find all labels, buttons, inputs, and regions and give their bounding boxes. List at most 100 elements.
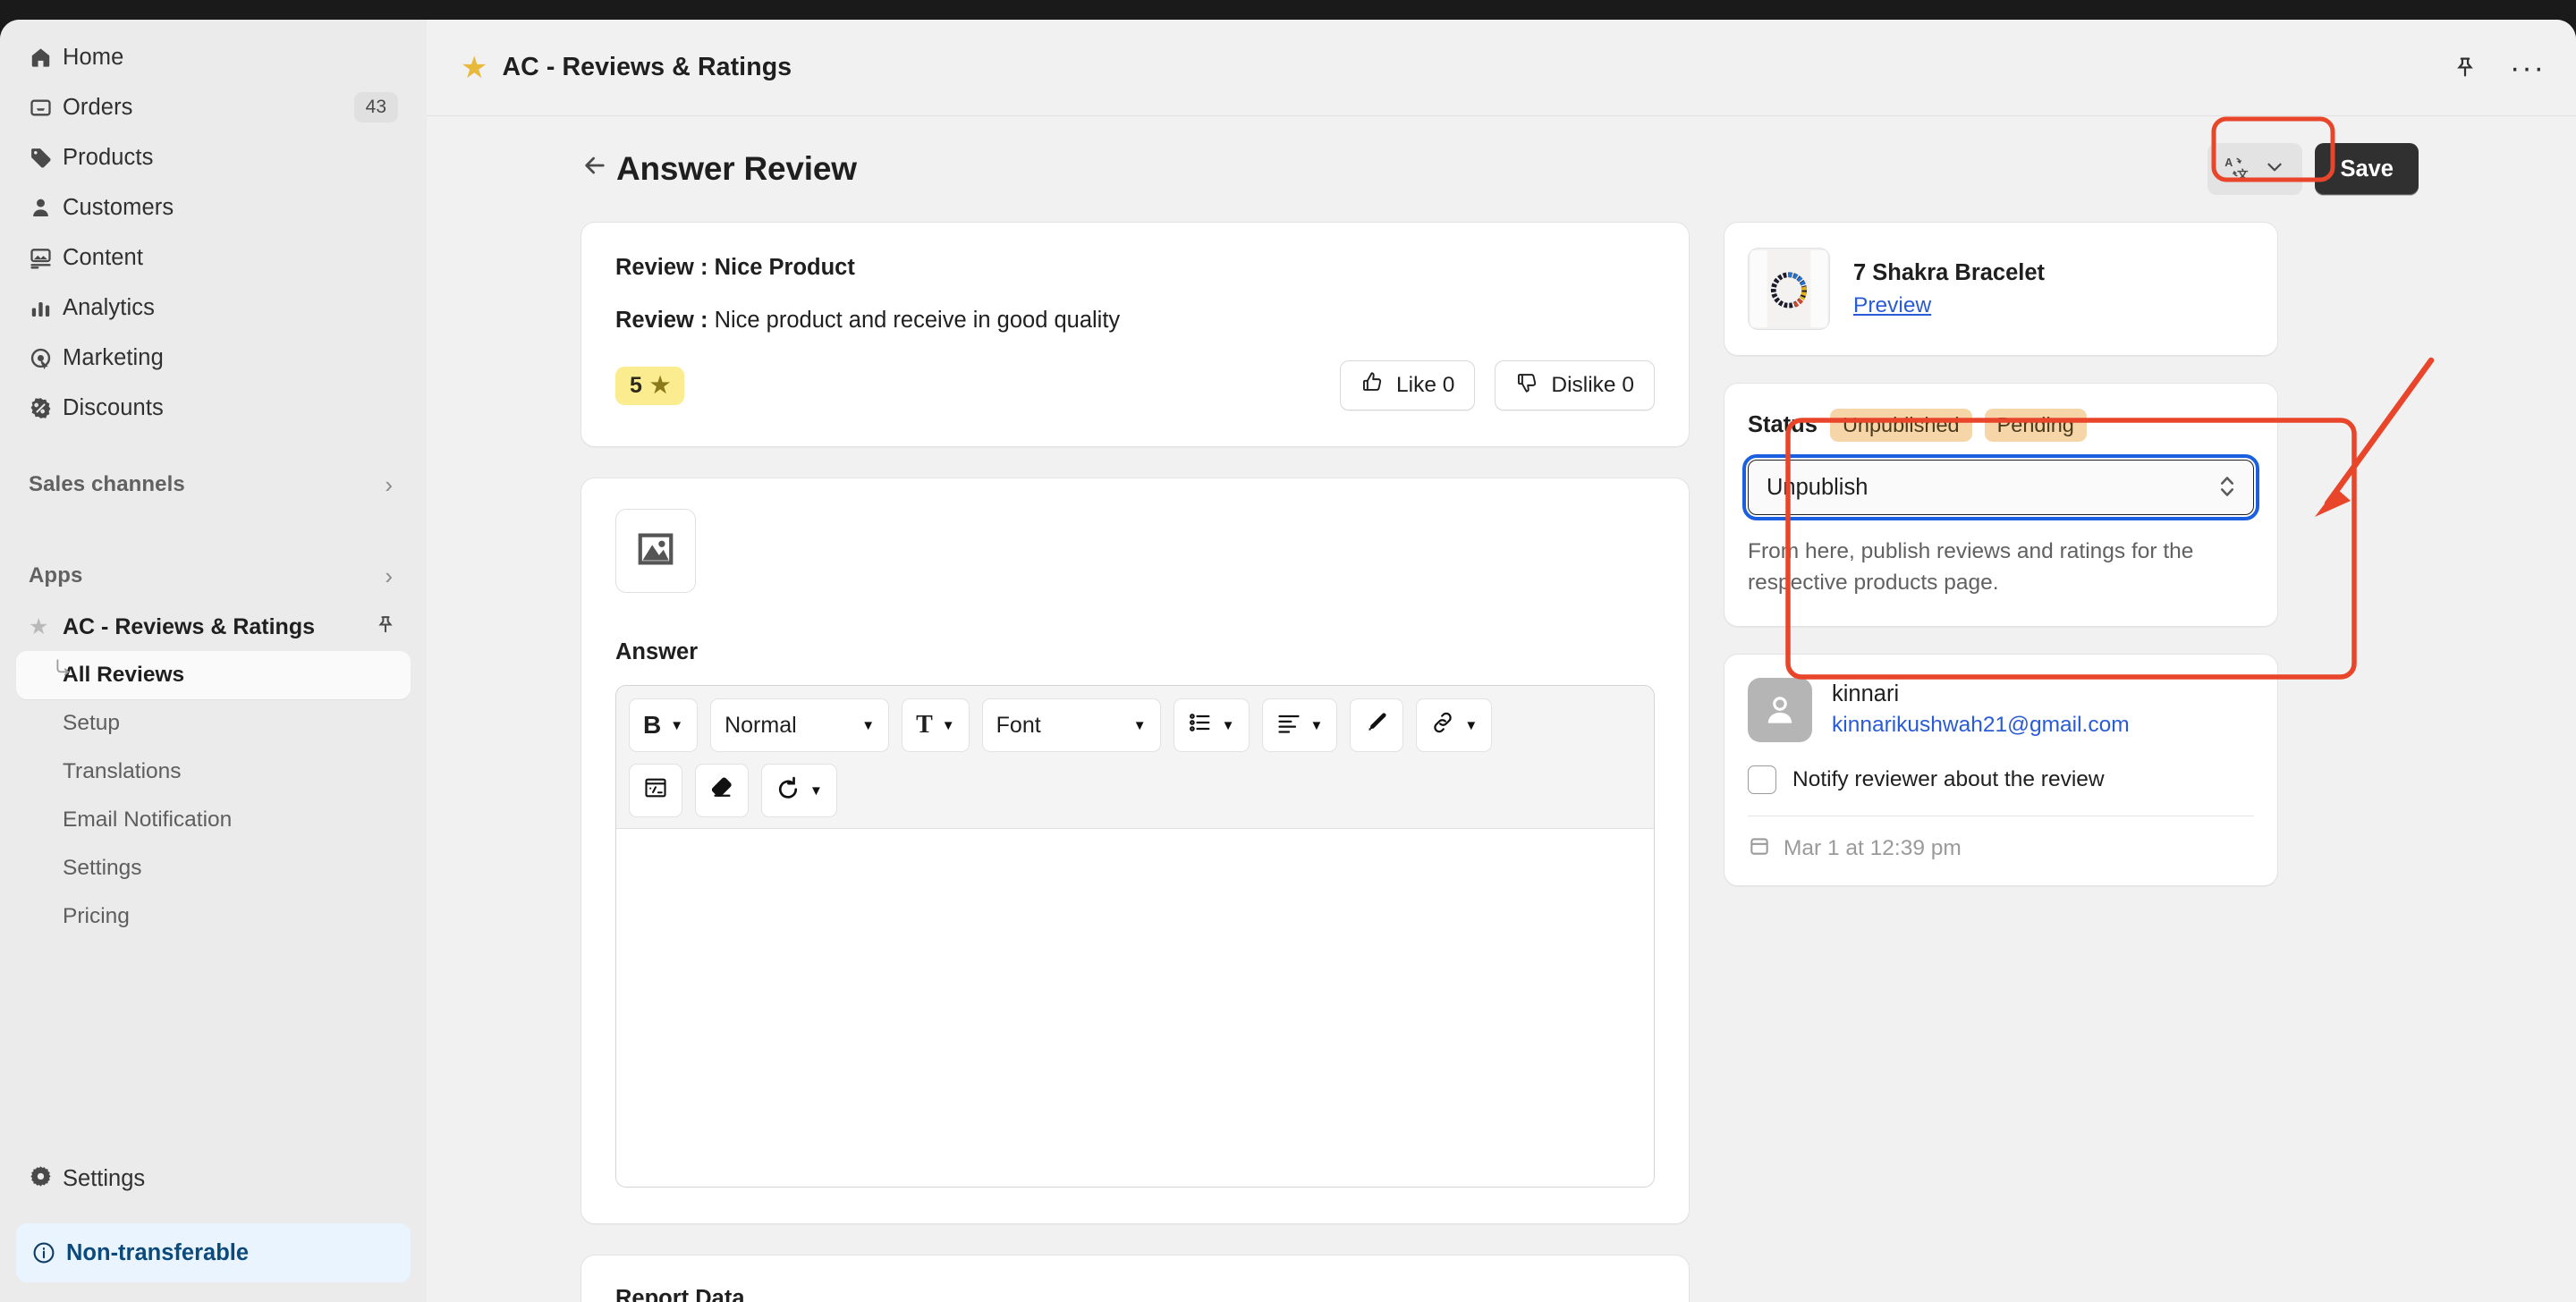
rating-badge: 5 ★ [615,366,685,405]
undo-button[interactable]: ▼ [761,764,837,817]
sidebar-item-orders[interactable]: Orders 43 [16,82,411,132]
chevron-down-icon: ▼ [1464,717,1479,733]
settings-label: Settings [63,1165,146,1191]
home-icon [29,46,63,70]
product-thumbnail[interactable] [1748,248,1830,330]
text-style-button[interactable]: T ▼ [902,698,970,752]
review-image-thumbnail[interactable] [615,509,696,593]
screenshot-root: Home Orders 43 Products Customers Conten… [0,0,2576,1302]
notify-reviewer-checkbox[interactable] [1748,765,1776,794]
reviewer-card: kinnari kinnarikushwah21@gmail.com Notif… [1724,653,2278,886]
app-topbar: ★ AC - Reviews & Ratings ··· [427,20,2576,116]
sidebar-item-discounts[interactable]: Discounts [16,383,411,433]
analytics-bars-icon [29,296,63,320]
bold-icon: B [643,711,662,739]
status-label: Status [1748,412,1818,437]
sidebar-app-ac-reviews[interactable]: ★ AC - Reviews & Ratings [16,603,411,651]
sidebar-item-email-notification[interactable]: Email Notification [16,796,411,844]
chevron-down-icon [2263,156,2286,183]
heading-select[interactable]: Normal ▼ [710,698,890,752]
status-help-text: From here, publish reviews and ratings f… [1748,539,2194,595]
product-preview-link[interactable]: Preview [1853,293,1931,318]
editor-toolbar-row-1: B ▼ Normal ▼ T ▼ Font ▼ ▼ ▼ ▼ [629,698,1641,752]
review-body-label: Review : [615,308,708,333]
bulleted-list-icon [1188,710,1213,741]
review-footer: 5 ★ Like 0 Dislike 0 [615,360,1655,410]
page-header-actions: A文 Save [2207,143,2419,195]
sidebar-subitem-label: All Reviews [63,663,185,687]
font-select[interactable]: Font ▼ [981,698,1161,752]
editor-toolbar: B ▼ Normal ▼ T ▼ Font ▼ ▼ ▼ ▼ ▼ [616,686,1654,829]
answer-editor-body[interactable] [616,829,1654,1187]
sidebar-item-setup[interactable]: Setup [16,699,411,748]
sidebar-item-content[interactable]: Content [16,232,411,283]
topbar-actions: ··· [2453,20,2546,116]
status-select[interactable]: Unpublish [1742,454,2259,520]
notify-reviewer-label: Notify reviewer about the review [1792,766,2105,791]
info-icon [32,1241,66,1264]
dislike-label: Dislike 0 [1551,373,1634,397]
content-image-icon [29,246,63,270]
reviewer-name: kinnari [1832,681,1900,707]
language-switcher-button[interactable]: A文 [2207,143,2303,195]
like-label: Like 0 [1396,373,1455,397]
review-body-value: Nice product and receive in good quality [714,308,1121,333]
sidebar-item-app-settings[interactable]: Settings [16,844,411,892]
chevron-down-icon: ▼ [1309,717,1324,733]
back-button[interactable] [580,151,609,187]
image-placeholder-icon [635,528,676,574]
save-button[interactable]: Save [2315,143,2419,195]
pen-color-button[interactable] [1350,698,1404,752]
sidebar-item-translations[interactable]: Translations [16,748,411,796]
link-button[interactable]: ▼ [1416,698,1493,752]
non-transferable-banner[interactable]: Non-transferable [16,1223,411,1282]
font-select-value: Font [996,712,1041,738]
sidebar-section-apps[interactable]: Apps › [16,549,411,603]
sidebar-item-label: Content [63,244,144,270]
undo-icon [775,775,801,807]
code-block-button[interactable] [629,764,682,817]
more-horizontal-icon[interactable]: ··· [2510,52,2546,83]
product-info: 7 Shakra Bracelet Preview [1853,260,2045,318]
sidebar-item-customers[interactable]: Customers [16,182,411,232]
sidebar-item-settings[interactable]: Settings [16,1154,411,1204]
eraser-icon [709,775,734,807]
sidebar-item-marketing[interactable]: Marketing [16,333,411,383]
sidebar-item-products[interactable]: Products [16,132,411,182]
thumbs-up-icon [1360,370,1385,401]
bold-button[interactable]: B ▼ [629,698,699,752]
admin-sidebar: Home Orders 43 Products Customers Conten… [0,20,427,1302]
reviewer-email-link[interactable]: kinnarikushwah21@gmail.com [1832,713,2130,738]
review-body-line: Review : Nice product and receive in goo… [615,308,1655,334]
non-transferable-label: Non-transferable [66,1239,250,1265]
sidebar-item-analytics[interactable]: Analytics [16,283,411,333]
pin-icon[interactable] [2453,55,2478,80]
reviewer-text: kinnari kinnarikushwah21@gmail.com [1832,681,2130,738]
app-star-icon: ★ [29,614,49,639]
app-title: AC - Reviews & Ratings [502,53,792,81]
align-left-icon [1276,710,1301,741]
reaction-buttons: Like 0 Dislike 0 [1340,360,1655,410]
subnav-arrow-icon [54,658,73,682]
editor-toolbar-row-2: ▼ [629,764,1641,817]
pin-icon[interactable] [375,614,396,640]
bracelet-photo [1750,250,1827,327]
review-date: Mar 1 at 12:39 pm [1784,836,1962,861]
customers-person-icon [29,196,63,220]
chevron-right-icon: › [385,471,393,498]
right-column: 7 Shakra Bracelet Preview Status Unpubli… [1724,222,2278,886]
sidebar-item-pricing[interactable]: Pricing [16,892,411,941]
dislike-button[interactable]: Dislike 0 [1495,360,1655,410]
chevron-down-icon: ▼ [1221,717,1235,733]
list-button[interactable]: ▼ [1173,698,1250,752]
sidebar-section-sales-channels[interactable]: Sales channels › [16,458,411,512]
clear-formatting-button[interactable] [695,764,749,817]
like-button[interactable]: Like 0 [1340,360,1476,410]
main-area: ★ AC - Reviews & Ratings ··· Answer Revi… [427,20,2576,1302]
translate-icon: A文 [2224,154,2250,185]
sidebar-item-home[interactable]: Home [16,32,411,82]
notify-reviewer-row[interactable]: Notify reviewer about the review [1748,765,2254,794]
align-button[interactable]: ▼ [1261,698,1338,752]
text-style-icon: T [916,711,933,739]
sidebar-item-all-reviews[interactable]: All Reviews [16,651,411,699]
